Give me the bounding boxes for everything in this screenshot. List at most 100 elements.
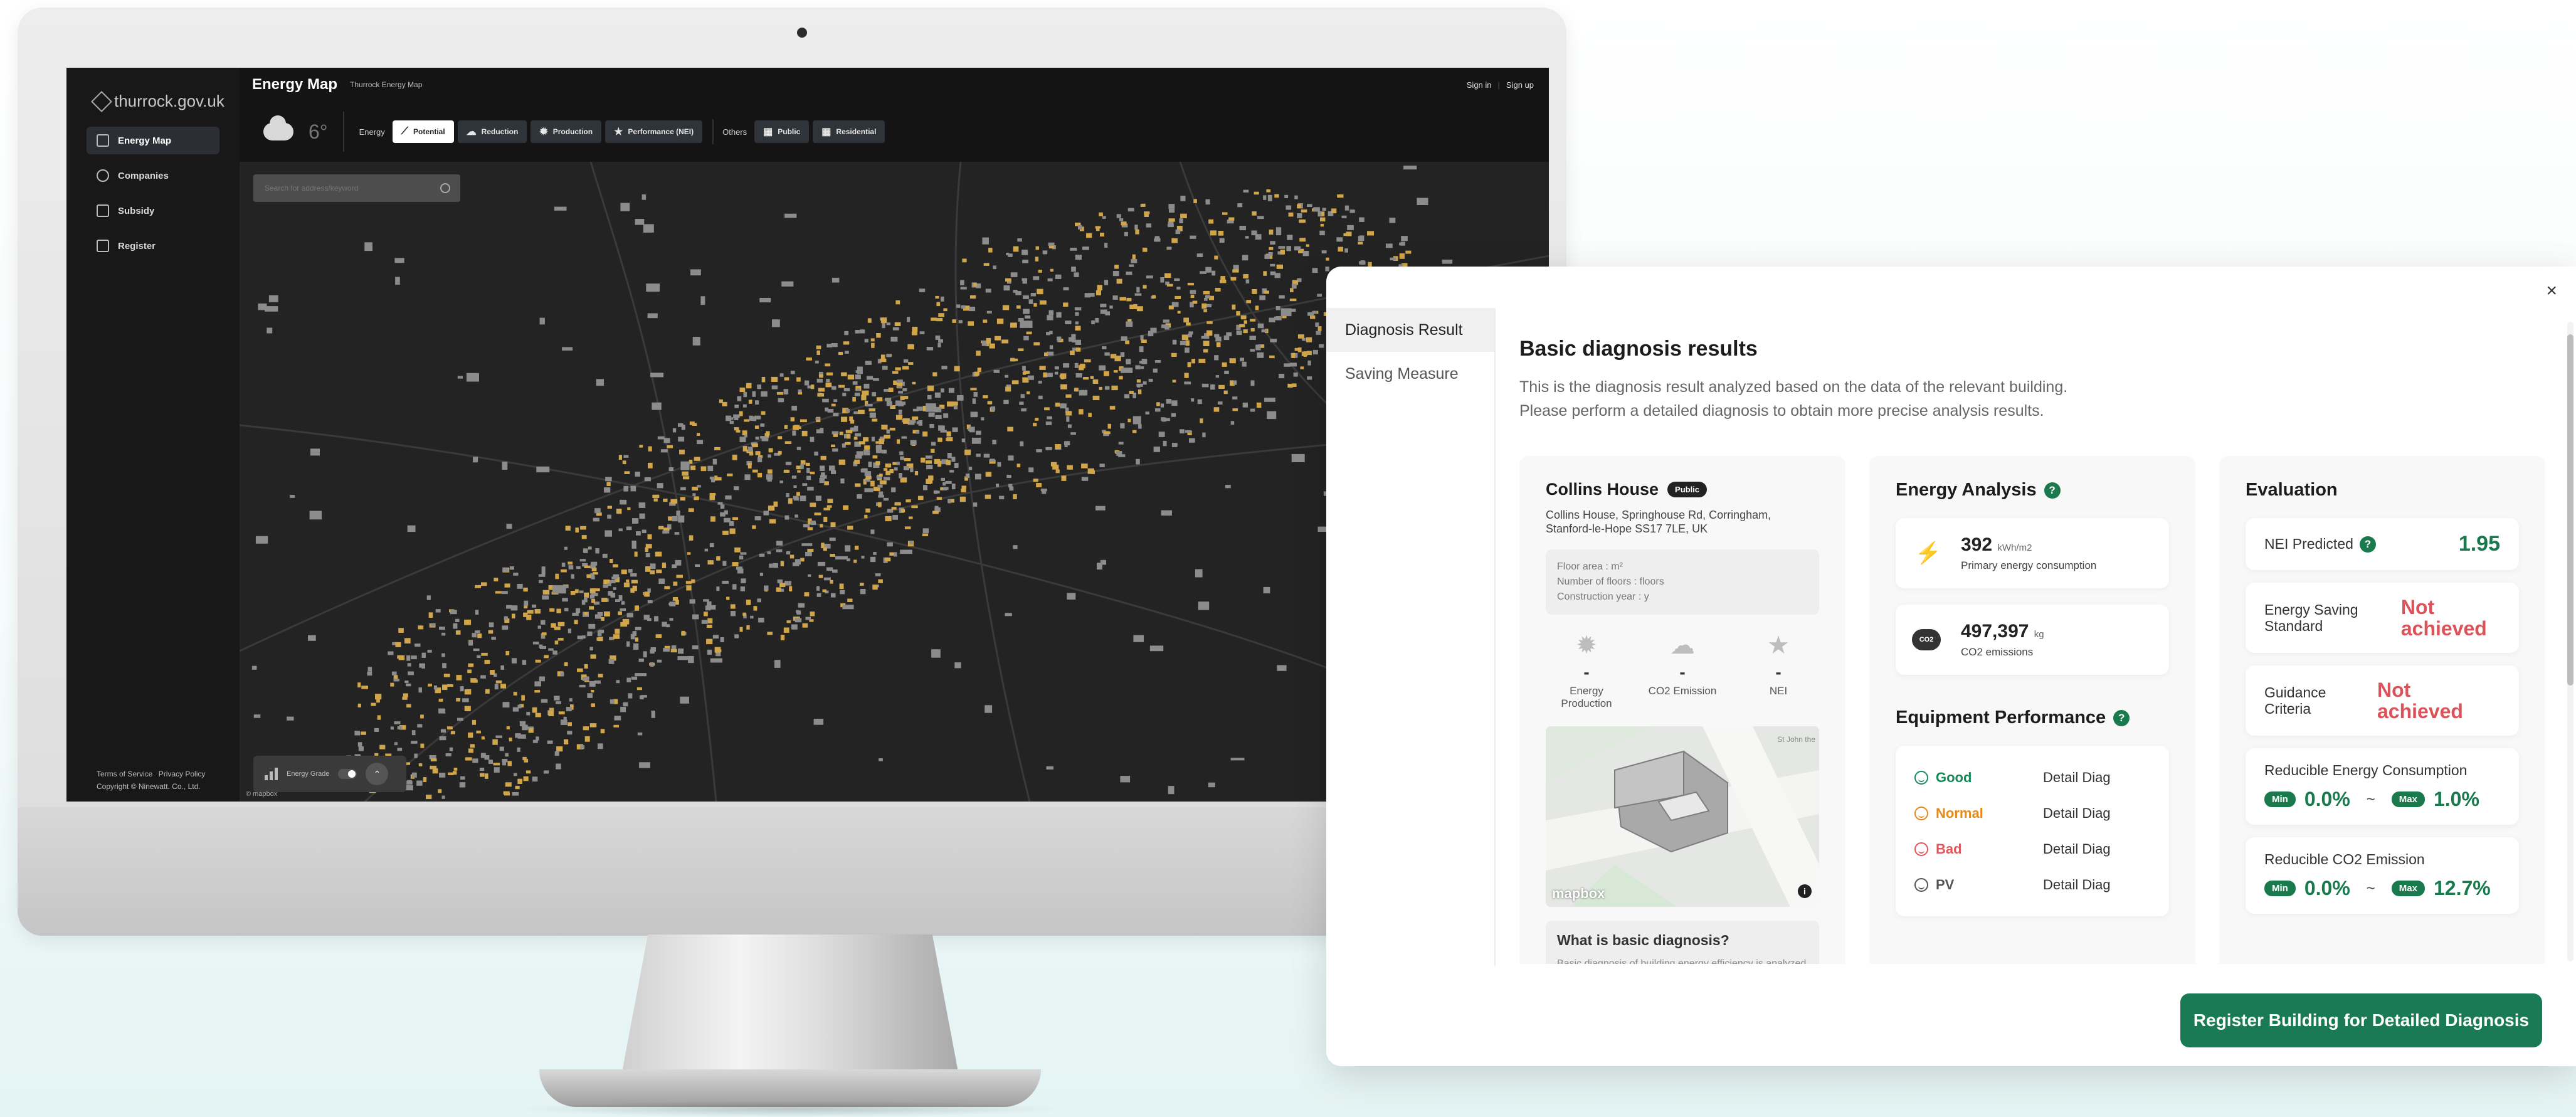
map-building (827, 499, 833, 504)
map-building (594, 508, 601, 514)
map-building (806, 475, 811, 480)
metric-label: Energy Production (1561, 685, 1612, 709)
map-building (1180, 429, 1185, 434)
scrollbar-thumb[interactable] (2567, 334, 2573, 686)
map-building (1171, 238, 1178, 243)
map-building (588, 623, 596, 629)
sidebar-item-companies[interactable]: Companies (87, 162, 219, 189)
detail-diag-link[interactable]: Detail Diag (2043, 770, 2111, 786)
map-building (1306, 244, 1309, 247)
map-building (817, 393, 825, 397)
map-building (841, 416, 848, 422)
map-building (838, 384, 845, 388)
map-building (767, 469, 773, 474)
search-input[interactable] (263, 183, 440, 193)
map-building (826, 379, 830, 383)
map-building (1038, 270, 1042, 273)
info-icon[interactable]: i (1798, 884, 1812, 898)
sidebar-item-subsidy[interactable]: Subsidy (87, 197, 219, 225)
map-building (395, 277, 400, 285)
map-building (790, 417, 795, 421)
terms-link[interactable]: Terms of Service (97, 770, 152, 778)
map-building (589, 723, 597, 728)
map-building (613, 724, 619, 728)
map-building (1143, 381, 1147, 385)
map-building (1028, 375, 1034, 380)
help-icon[interactable]: ? (2044, 482, 2061, 499)
expand-icon[interactable]: ⌃ (366, 763, 389, 785)
map-building (584, 664, 588, 669)
map-building (591, 690, 594, 693)
map-building (1219, 238, 1225, 243)
sidebar-item-register[interactable]: Register (87, 232, 219, 260)
sign-in-link[interactable]: Sign in (1467, 80, 1492, 90)
search-icon[interactable] (440, 183, 450, 193)
map-building (1033, 479, 1038, 482)
map-building (1184, 373, 1189, 378)
sun-icon: ✹ (539, 127, 548, 137)
map-building (873, 378, 879, 381)
map-building (567, 561, 573, 565)
close-icon[interactable]: × (2546, 280, 2557, 302)
map-building (1292, 383, 1297, 387)
map-building (838, 351, 843, 356)
map-building (878, 502, 882, 507)
map-building (823, 577, 831, 581)
map-building (678, 423, 684, 427)
map-building (922, 431, 928, 437)
filter-production-button[interactable]: ✹ Production (531, 120, 602, 143)
detail-diag-link[interactable]: Detail Diag (2043, 877, 2111, 893)
map-building (608, 583, 611, 586)
map-building (731, 611, 736, 617)
map-building (1138, 424, 1142, 429)
map-building (951, 457, 956, 462)
map-building (591, 561, 598, 566)
map-building (1065, 411, 1072, 416)
map-building (1263, 271, 1267, 276)
map-building (870, 556, 876, 563)
map-building (1045, 421, 1052, 425)
map-building (676, 574, 683, 578)
detail-diag-link[interactable]: Detail Diag (2043, 841, 2111, 857)
detail-diag-link[interactable]: Detail Diag (2043, 805, 2111, 822)
map-search-box[interactable] (253, 174, 460, 202)
map-building (958, 320, 963, 324)
evaluation-column: Evaluation NEI Predicted? 1.95 Energy Sa… (2219, 456, 2545, 964)
filter-reduction-button[interactable]: ☁ Reduction (457, 120, 527, 143)
map-building (940, 430, 947, 433)
filter-potential-button[interactable]: ⟋ Potential (392, 120, 454, 143)
map-building (1232, 396, 1238, 400)
help-icon[interactable]: ? (2113, 709, 2130, 726)
sign-up-link[interactable]: Sign up (1506, 80, 1534, 90)
energy-grade-toggle[interactable] (338, 769, 357, 779)
map-building (626, 613, 633, 618)
map-building (1279, 374, 1285, 379)
map-building (898, 410, 902, 415)
map-building (1086, 233, 1092, 238)
map-building (1100, 233, 1104, 237)
site-logo[interactable]: thurrock.gov.uk (91, 90, 224, 112)
sidebar-item-energy-map[interactable]: Energy Map (87, 127, 219, 154)
tab-diagnosis-result[interactable]: Diagnosis Result (1326, 308, 1494, 352)
map-building (513, 692, 517, 696)
tab-saving-measure[interactable]: Saving Measure (1326, 352, 1494, 396)
map-building (956, 304, 961, 308)
map-building (894, 467, 898, 471)
map-building (912, 381, 916, 384)
register-detailed-diagnosis-button[interactable]: Register Building for Detailed Diagnosis (2180, 993, 2542, 1047)
map-building (875, 573, 881, 576)
filter-public-button[interactable]: ▦ Public (754, 120, 810, 143)
map-building (1341, 215, 1347, 218)
map-building (494, 684, 499, 690)
help-icon[interactable]: ? (2359, 536, 2376, 553)
panel-scrollbar[interactable] (2567, 322, 2573, 961)
map-building (1030, 293, 1036, 297)
filter-performance-button[interactable]: ★ Performance (NEI) (605, 120, 703, 143)
map-building (838, 459, 846, 465)
explainer-title: What is basic diagnosis? (1557, 932, 1729, 948)
building-minimap[interactable]: St John the mapbox i (1546, 726, 1819, 907)
map-building (1097, 563, 1102, 570)
map-building (636, 687, 642, 691)
privacy-link[interactable]: Privacy Policy (159, 770, 206, 778)
filter-residential-button[interactable]: ▦ Residential (813, 120, 885, 143)
